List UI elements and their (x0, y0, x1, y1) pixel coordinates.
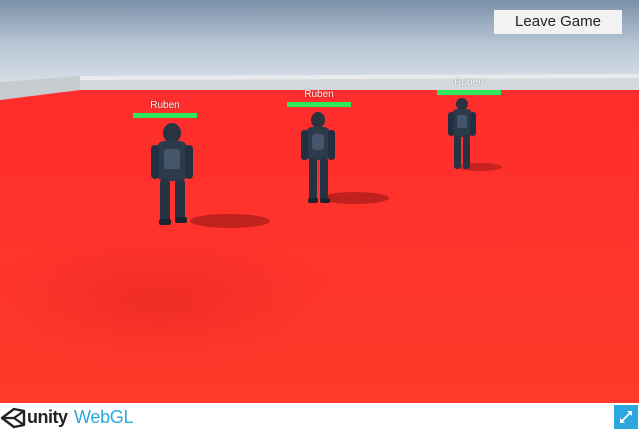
unity-brand-text: unity (27, 407, 68, 427)
game-canvas[interactable]: Ruben Ruben Ruben Leave Game (0, 0, 639, 403)
fullscreen-button[interactable] (614, 405, 638, 429)
player-shadow (321, 192, 389, 204)
game-scene (0, 0, 639, 403)
fullscreen-icon (620, 411, 632, 423)
player-name: Ruben (150, 100, 180, 111)
health-bar (133, 113, 197, 118)
player-nameplate: Ruben (437, 77, 501, 95)
player-name: Ruben (454, 77, 484, 88)
unity-logo-icon (0, 407, 26, 429)
webgl-footer: unity WebGL (0, 403, 639, 433)
player-nameplate: Ruben (133, 100, 197, 118)
leave-game-button[interactable]: Leave Game (494, 10, 622, 34)
health-bar (437, 90, 501, 95)
webgl-platform-text: WebGL (74, 407, 134, 427)
player-name: Ruben (304, 89, 334, 100)
player-nameplate: Ruben (287, 89, 351, 107)
player-shadow (190, 214, 270, 228)
health-bar (287, 102, 351, 107)
